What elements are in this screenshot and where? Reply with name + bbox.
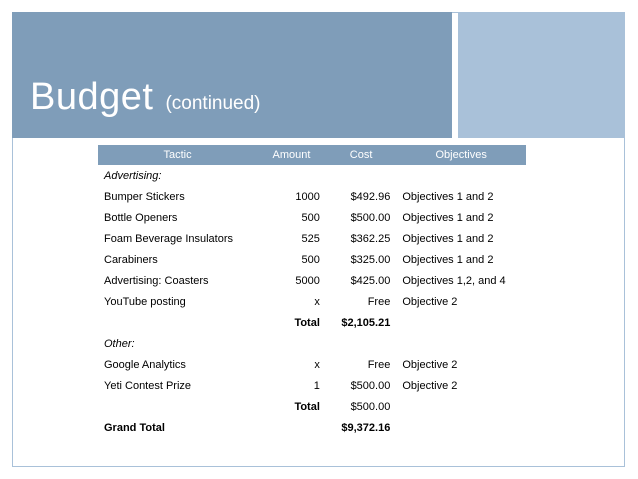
header-tactic: Tactic: [98, 145, 258, 165]
cell-objectives: Objectives 1 and 2: [402, 190, 494, 203]
table-row: Bottle Openers 500 $500.00 Objectives 1 …: [98, 207, 526, 228]
section-advertising: Advertising:: [98, 165, 526, 186]
total-label: Total: [294, 316, 320, 329]
budget-table: Tactic Amount Cost Objectives Advertisin…: [98, 145, 526, 438]
cell-tactic: Advertising: Coasters: [104, 274, 209, 287]
cell-cost: $500.00: [350, 211, 391, 224]
section-label: Other:: [104, 337, 135, 350]
cell-cost: Free: [367, 358, 391, 371]
cell-objectives: Objectives 1,2, and 4: [402, 274, 506, 287]
total-value: $2,105.21: [341, 316, 391, 329]
table-row: Google Analytics x Free Objective 2: [98, 354, 526, 375]
cell-amount: 5000: [295, 274, 320, 287]
title-main: Budget: [30, 76, 154, 118]
cell-cost: Free: [367, 295, 391, 308]
cell-tactic: Bottle Openers: [104, 211, 178, 224]
title-subtitle: (continued): [165, 93, 261, 114]
cell-amount: x: [314, 295, 320, 308]
title-band: [12, 12, 452, 138]
table-row: Yeti Contest Prize 1 $500.00 Objective 2: [98, 375, 526, 396]
advertising-total-row: Total $2,105.21: [98, 312, 526, 333]
grand-total-row: Grand Total $9,372.16: [98, 417, 526, 438]
cell-objectives: Objectives 1 and 2: [402, 232, 494, 245]
total-label: Total: [294, 400, 320, 413]
section-other: Other:: [98, 333, 526, 354]
table-row: Advertising: Coasters 5000 $425.00 Objec…: [98, 270, 526, 291]
cell-cost: $425.00: [350, 274, 391, 287]
cell-amount: 500: [301, 211, 320, 224]
header-row: Tactic Amount Cost Objectives: [98, 145, 526, 165]
cell-amount: 1000: [295, 190, 320, 203]
slide: Budget (continued) Tactic Amount Cost Obj…: [0, 0, 638, 479]
table-row: YouTube posting x Free Objective 2: [98, 291, 526, 312]
cell-objectives: Objectives 1 and 2: [402, 253, 494, 266]
table-row: Bumper Stickers 1000 $492.96 Objectives …: [98, 186, 526, 207]
total-empty: [396, 312, 526, 333]
slide-title: Budget (continued): [30, 76, 261, 119]
cell-amount: 525: [301, 232, 320, 245]
grand-total-empty: [396, 417, 526, 438]
accent-block: [458, 12, 625, 138]
cell-tactic: Google Analytics: [104, 358, 186, 371]
cell-tactic: Foam Beverage Insulators: [104, 232, 234, 245]
cell-cost: $492.96: [350, 190, 391, 203]
cell-tactic: Bumper Stickers: [104, 190, 185, 203]
cell-cost: $325.00: [350, 253, 391, 266]
header-cost: Cost: [325, 145, 397, 165]
cell-amount: 500: [301, 253, 320, 266]
cell-objectives: Objective 2: [402, 379, 458, 392]
grand-total-label: Grand Total: [104, 421, 165, 434]
cell-objectives: Objective 2: [402, 295, 458, 308]
cell-amount: 1: [313, 379, 320, 392]
cell-cost: $362.25: [350, 232, 391, 245]
cell-tactic: YouTube posting: [104, 295, 186, 308]
table-row: Foam Beverage Insulators 525 $362.25 Obj…: [98, 228, 526, 249]
grand-total-value: $9,372.16: [341, 421, 391, 434]
table-row: Carabiners 500 $325.00 Objectives 1 and …: [98, 249, 526, 270]
total-value: $500.00: [350, 400, 391, 413]
section-label: Advertising:: [104, 169, 162, 182]
cell-amount: x: [314, 358, 320, 371]
total-empty: [396, 396, 526, 417]
other-total-row: Total $500.00: [98, 396, 526, 417]
header-amount: Amount: [257, 145, 326, 165]
cell-cost: $500.00: [350, 379, 391, 392]
cell-tactic: Yeti Contest Prize: [104, 379, 192, 392]
cell-tactic: Carabiners: [104, 253, 158, 266]
header-objectives: Objectives: [396, 145, 526, 165]
cell-objectives: Objectives 1 and 2: [402, 211, 494, 224]
cell-objectives: Objective 2: [402, 358, 458, 371]
